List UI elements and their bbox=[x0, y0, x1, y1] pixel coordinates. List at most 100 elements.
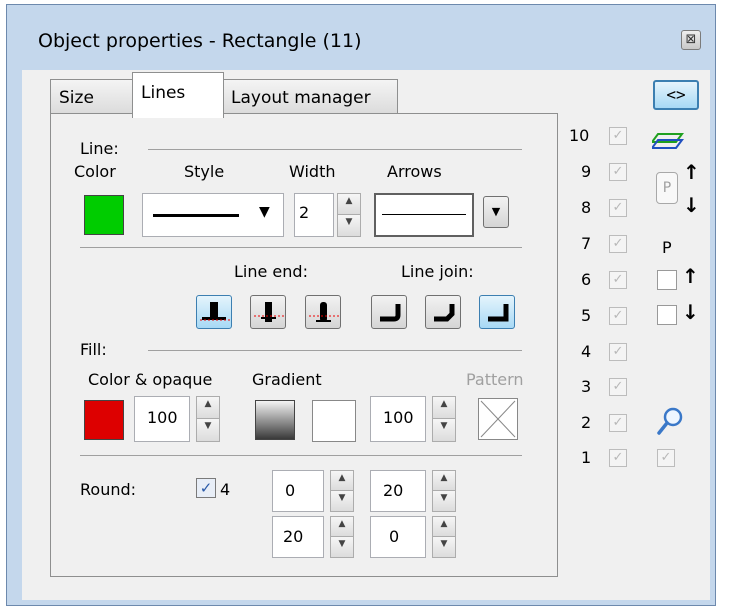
spin-up-icon[interactable]: ▲ bbox=[433, 471, 455, 491]
spin-down-icon[interactable]: ▼ bbox=[433, 419, 455, 441]
line-width-label: Width bbox=[289, 162, 336, 181]
layer-number: 3 bbox=[581, 377, 592, 396]
layer-number: 4 bbox=[581, 342, 592, 361]
round-top-right-field[interactable]: 20 bbox=[370, 470, 426, 512]
tab-lines[interactable]: Lines bbox=[132, 72, 224, 118]
move-down-arrow-icon[interactable]: ↓ bbox=[683, 193, 700, 217]
line-join-miter-button[interactable] bbox=[479, 295, 515, 329]
layer-number: 1 bbox=[581, 448, 592, 467]
layer-checkbox[interactable]: ✓ bbox=[609, 307, 627, 325]
spin-up-icon[interactable]: ▲ bbox=[338, 194, 360, 215]
spin-down-icon[interactable]: ▼ bbox=[331, 491, 353, 511]
round-bottom-right-spinner[interactable]: ▲ ▼ bbox=[432, 516, 456, 558]
layer-checkbox[interactable]: ✓ bbox=[609, 449, 627, 467]
round-top-left-field[interactable]: 0 bbox=[272, 470, 324, 512]
round-bottom-right-field[interactable]: 0 bbox=[370, 516, 426, 558]
fill-section-label: Fill: bbox=[80, 340, 107, 359]
round-bottom-left-field[interactable]: 20 bbox=[272, 516, 324, 558]
spin-down-icon[interactable]: ▼ bbox=[197, 419, 219, 441]
line-end-flat-button[interactable] bbox=[196, 295, 232, 329]
line-end-label: Line end: bbox=[234, 262, 308, 281]
line-join-label: Line join: bbox=[401, 262, 474, 281]
window-title: Object properties - Rectangle (11) bbox=[38, 30, 362, 52]
spin-up-icon[interactable]: ▲ bbox=[433, 517, 455, 537]
magnifier-icon[interactable] bbox=[656, 406, 684, 440]
spin-down-icon[interactable]: ▼ bbox=[433, 537, 455, 557]
layer-checkbox[interactable]: ✓ bbox=[609, 414, 627, 432]
layer-checkbox[interactable]: ✓ bbox=[609, 235, 627, 253]
line-style-dropdown[interactable]: ▼ bbox=[142, 193, 284, 237]
gradient-end-swatch[interactable] bbox=[312, 400, 356, 442]
pin-p-button[interactable]: P bbox=[656, 172, 678, 204]
line-end-round-icon bbox=[309, 302, 339, 322]
gradient-opacity-field[interactable]: 100 bbox=[370, 396, 426, 442]
chevron-down-icon: ▼ bbox=[259, 204, 270, 220]
round-bottom-left-spinner[interactable]: ▲ ▼ bbox=[330, 516, 354, 558]
line-width-spinner[interactable]: ▲ ▼ bbox=[337, 193, 361, 237]
line-divider bbox=[148, 149, 522, 150]
fill-color-swatch[interactable] bbox=[84, 400, 124, 440]
arrows-preview[interactable] bbox=[374, 193, 474, 237]
round-checkbox-value: 4 bbox=[220, 480, 231, 499]
layer-checkbox[interactable]: ✓ bbox=[609, 271, 627, 289]
line-section-label: Line: bbox=[80, 139, 119, 158]
fill-gradient-label: Gradient bbox=[252, 370, 322, 389]
spin-up-icon[interactable]: ▲ bbox=[197, 397, 219, 419]
pattern-none-icon bbox=[480, 400, 516, 438]
close-button[interactable]: ⊠ bbox=[681, 30, 701, 50]
line-color-swatch[interactable] bbox=[84, 195, 124, 235]
align-bottom-arrow-icon: ↓ bbox=[682, 300, 699, 324]
zoom-checkbox[interactable]: ✓ bbox=[657, 449, 675, 467]
round-top-right-spinner[interactable]: ▲ ▼ bbox=[432, 470, 456, 512]
line-join-bevel-button[interactable] bbox=[425, 295, 461, 329]
layer-checkbox[interactable]: ✓ bbox=[609, 378, 627, 396]
layer-checkbox[interactable]: ✓ bbox=[609, 163, 627, 181]
align-bottom-checkbox[interactable] bbox=[657, 305, 677, 325]
line-style-preview bbox=[153, 214, 239, 217]
code-view-button[interactable]: <> bbox=[653, 80, 699, 110]
layer-number: 6 bbox=[581, 270, 592, 289]
line-join-bevel-icon bbox=[434, 304, 455, 322]
layer-checkbox[interactable]: ✓ bbox=[609, 343, 627, 361]
round-label: Round: bbox=[80, 480, 137, 499]
round-checkbox[interactable]: ✓ bbox=[196, 478, 216, 498]
tab-size[interactable]: Size bbox=[50, 79, 134, 113]
spin-up-icon[interactable]: ▲ bbox=[331, 517, 353, 537]
align-top-arrow-icon: ↑ bbox=[682, 264, 699, 288]
round-divider bbox=[80, 455, 522, 456]
line-end-round-button[interactable] bbox=[305, 295, 341, 329]
gradient-start-swatch[interactable] bbox=[255, 400, 295, 440]
move-up-arrow-icon[interactable]: ↑ bbox=[683, 160, 700, 184]
line-end-divider bbox=[80, 247, 522, 248]
line-join-miter-icon bbox=[488, 304, 509, 322]
layer-number: 7 bbox=[581, 234, 592, 253]
layers-icon[interactable] bbox=[650, 126, 686, 158]
spin-down-icon[interactable]: ▼ bbox=[331, 537, 353, 557]
spin-down-icon[interactable]: ▼ bbox=[433, 491, 455, 511]
line-style-label: Style bbox=[184, 162, 225, 181]
layer-number: 9 bbox=[581, 162, 592, 181]
layer-number: 10 bbox=[569, 126, 590, 145]
round-top-left-spinner[interactable]: ▲ ▼ bbox=[330, 470, 354, 512]
line-width-field[interactable]: 2 bbox=[294, 193, 334, 237]
fill-divider bbox=[148, 350, 522, 351]
arrows-dropdown-button[interactable]: ▼ bbox=[483, 196, 509, 228]
spin-down-icon[interactable]: ▼ bbox=[338, 215, 360, 236]
align-top-checkbox[interactable] bbox=[657, 270, 677, 290]
spin-up-icon[interactable]: ▲ bbox=[331, 471, 353, 491]
line-end-flat-icon bbox=[200, 302, 230, 321]
fill-opacity-field[interactable]: 100 bbox=[134, 396, 190, 442]
line-end-square-button[interactable] bbox=[250, 295, 286, 329]
fill-pattern-label: Pattern bbox=[466, 370, 524, 389]
line-join-round-button[interactable] bbox=[371, 295, 407, 329]
pattern-button[interactable] bbox=[478, 398, 518, 440]
fill-opacity-spinner[interactable]: ▲ ▼ bbox=[196, 396, 220, 442]
gradient-opacity-spinner[interactable]: ▲ ▼ bbox=[432, 396, 456, 442]
spin-up-icon[interactable]: ▲ bbox=[433, 397, 455, 419]
tab-layout-manager[interactable]: Layout manager bbox=[222, 79, 398, 113]
layer-checkbox[interactable]: ✓ bbox=[609, 199, 627, 217]
line-arrows-label: Arrows bbox=[387, 162, 442, 181]
layer-number: 5 bbox=[581, 306, 592, 325]
line-end-square-icon bbox=[254, 302, 284, 322]
layer-checkbox[interactable]: ✓ bbox=[609, 127, 627, 145]
